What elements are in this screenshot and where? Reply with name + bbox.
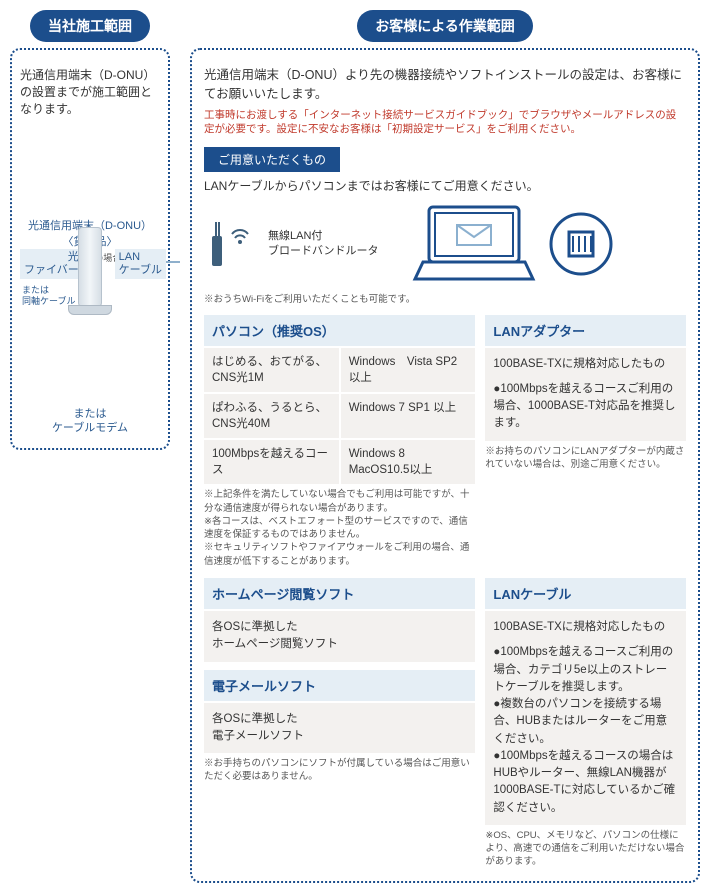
left-panel-title: 当社施工範囲 bbox=[30, 10, 150, 42]
router-label: 無線LAN付 ブロードバンドルータ bbox=[268, 229, 379, 258]
pc-row-c2: Windows Vista SP2 以上 bbox=[341, 348, 476, 392]
laptop-icon bbox=[409, 199, 539, 289]
pc-row-c2: Windows 8 MacOS10.5以上 bbox=[341, 440, 476, 484]
lanadapter-line1: 100BASE-TXに規格対応したもの bbox=[493, 356, 678, 373]
lan-chip-icon bbox=[549, 212, 613, 276]
browser-head: ホームページ閲覧ソフト bbox=[204, 578, 475, 609]
pc-row-c1: 100Mbpsを越えるコース bbox=[204, 440, 339, 484]
fiber-label: 光 ファイバー bbox=[20, 249, 83, 279]
device-illustration: 光 ファイバー または 同軸ケーブル LAN ケーブル 光通信用端末（D-ONU… bbox=[20, 217, 160, 397]
soft-note: ※お手持ちのパソコンにソフトが付属している場合はご用意いただく必要はありません。 bbox=[204, 757, 475, 784]
lanadapter-bullet: 100Mbpsを越えるコースご利用の場合、1000BASE-T対応品を推奨します… bbox=[493, 383, 675, 430]
lanadapter-head: LANアダプター bbox=[485, 315, 686, 346]
lancable-note: ※OS、CPU、メモリなど、パソコンの仕様により、高速での通信をご利用いただけな… bbox=[485, 829, 686, 869]
lancable-bullet: 100Mbpsを越えるコースご利用の場合、カテゴリ5e以上のストレートケーブルを… bbox=[493, 646, 673, 693]
lancable-body: 100BASE-TXに規格対応したもの 100Mbpsを越えるコースご利用の場合… bbox=[485, 611, 686, 825]
lancable-head: LANケーブル bbox=[485, 578, 686, 609]
pc-head: パソコン（推奨OS） bbox=[204, 315, 475, 346]
pc-row-c2: Windows 7 SP1 以上 bbox=[341, 394, 476, 438]
left-desc: 光通信用端末（D-ONU）の設置までが施工範囲となります。 bbox=[20, 66, 160, 117]
donu-device-icon bbox=[78, 227, 102, 307]
right-warning: 工事時にお渡しする「インターネット接続サービスガイドブック」でブラウザやメールア… bbox=[204, 108, 686, 137]
lan-label: LAN ケーブル bbox=[115, 249, 166, 279]
lancable-bullet: 100Mbpsを越えるコースの場合はHUBやルーター、無線LAN機器が1000B… bbox=[493, 750, 675, 814]
wifi-note: ※おうちWi-Fiをご利用いただくことも可能です。 bbox=[204, 291, 686, 305]
right-desc: 光通信用端末（D-ONU）より先の機器接続やソフトインストールの設定は、お客様に… bbox=[204, 66, 686, 104]
prepare-title: ご用意いただくもの bbox=[204, 147, 340, 172]
pc-row-c1: はじめる、おてがる、CNS光1M bbox=[204, 348, 339, 392]
prepare-text: LANケーブルからパソコンまではお客様にてご用意ください。 bbox=[204, 178, 686, 195]
or-modem-label: または ケーブルモデム bbox=[20, 407, 160, 436]
or-coax-label: または 同軸ケーブル bbox=[22, 285, 75, 307]
donu-base-icon bbox=[68, 305, 112, 315]
pc-row-c1: ぱわふる、うるとら、CNS光40M bbox=[204, 394, 339, 438]
lancable-bullet: 複数台のパソコンを接続する場合、HUBまたはルーターをご用意ください。 bbox=[493, 698, 667, 745]
mail-head: 電子メールソフト bbox=[204, 670, 475, 701]
pc-notes: ※上記条件を満たしていない場合でもご利用は可能ですが、十分な通信速度が得られない… bbox=[204, 488, 475, 568]
left-panel: 光通信用端末（D-ONU）の設置までが施工範囲となります。 光 ファイバー また… bbox=[10, 48, 170, 450]
lancable-line1: 100BASE-TXに規格対応したもの bbox=[493, 619, 678, 636]
lanadapter-note: ※お持ちのパソコンにLANアダプターが内蔵されていない場合は、別途ご用意ください… bbox=[485, 445, 686, 472]
lanadapter-body: 100BASE-TXに規格対応したもの 100Mbpsを越えるコースご利用の場合… bbox=[485, 348, 686, 441]
mail-body: 各OSに準拠した 電子メールソフト bbox=[204, 703, 475, 754]
pc-table: はじめる、おてがる、CNS光1M Windows Vista SP2 以上 ぱわ… bbox=[204, 348, 475, 485]
router-icon bbox=[204, 214, 264, 274]
right-panel: 光通信用端末（D-ONU）より先の機器接続やソフトインストールの設定は、お客様に… bbox=[190, 48, 700, 883]
browser-body: 各OSに準拠した ホームページ閲覧ソフト bbox=[204, 611, 475, 662]
right-panel-title: お客様による作業範囲 bbox=[357, 10, 533, 42]
